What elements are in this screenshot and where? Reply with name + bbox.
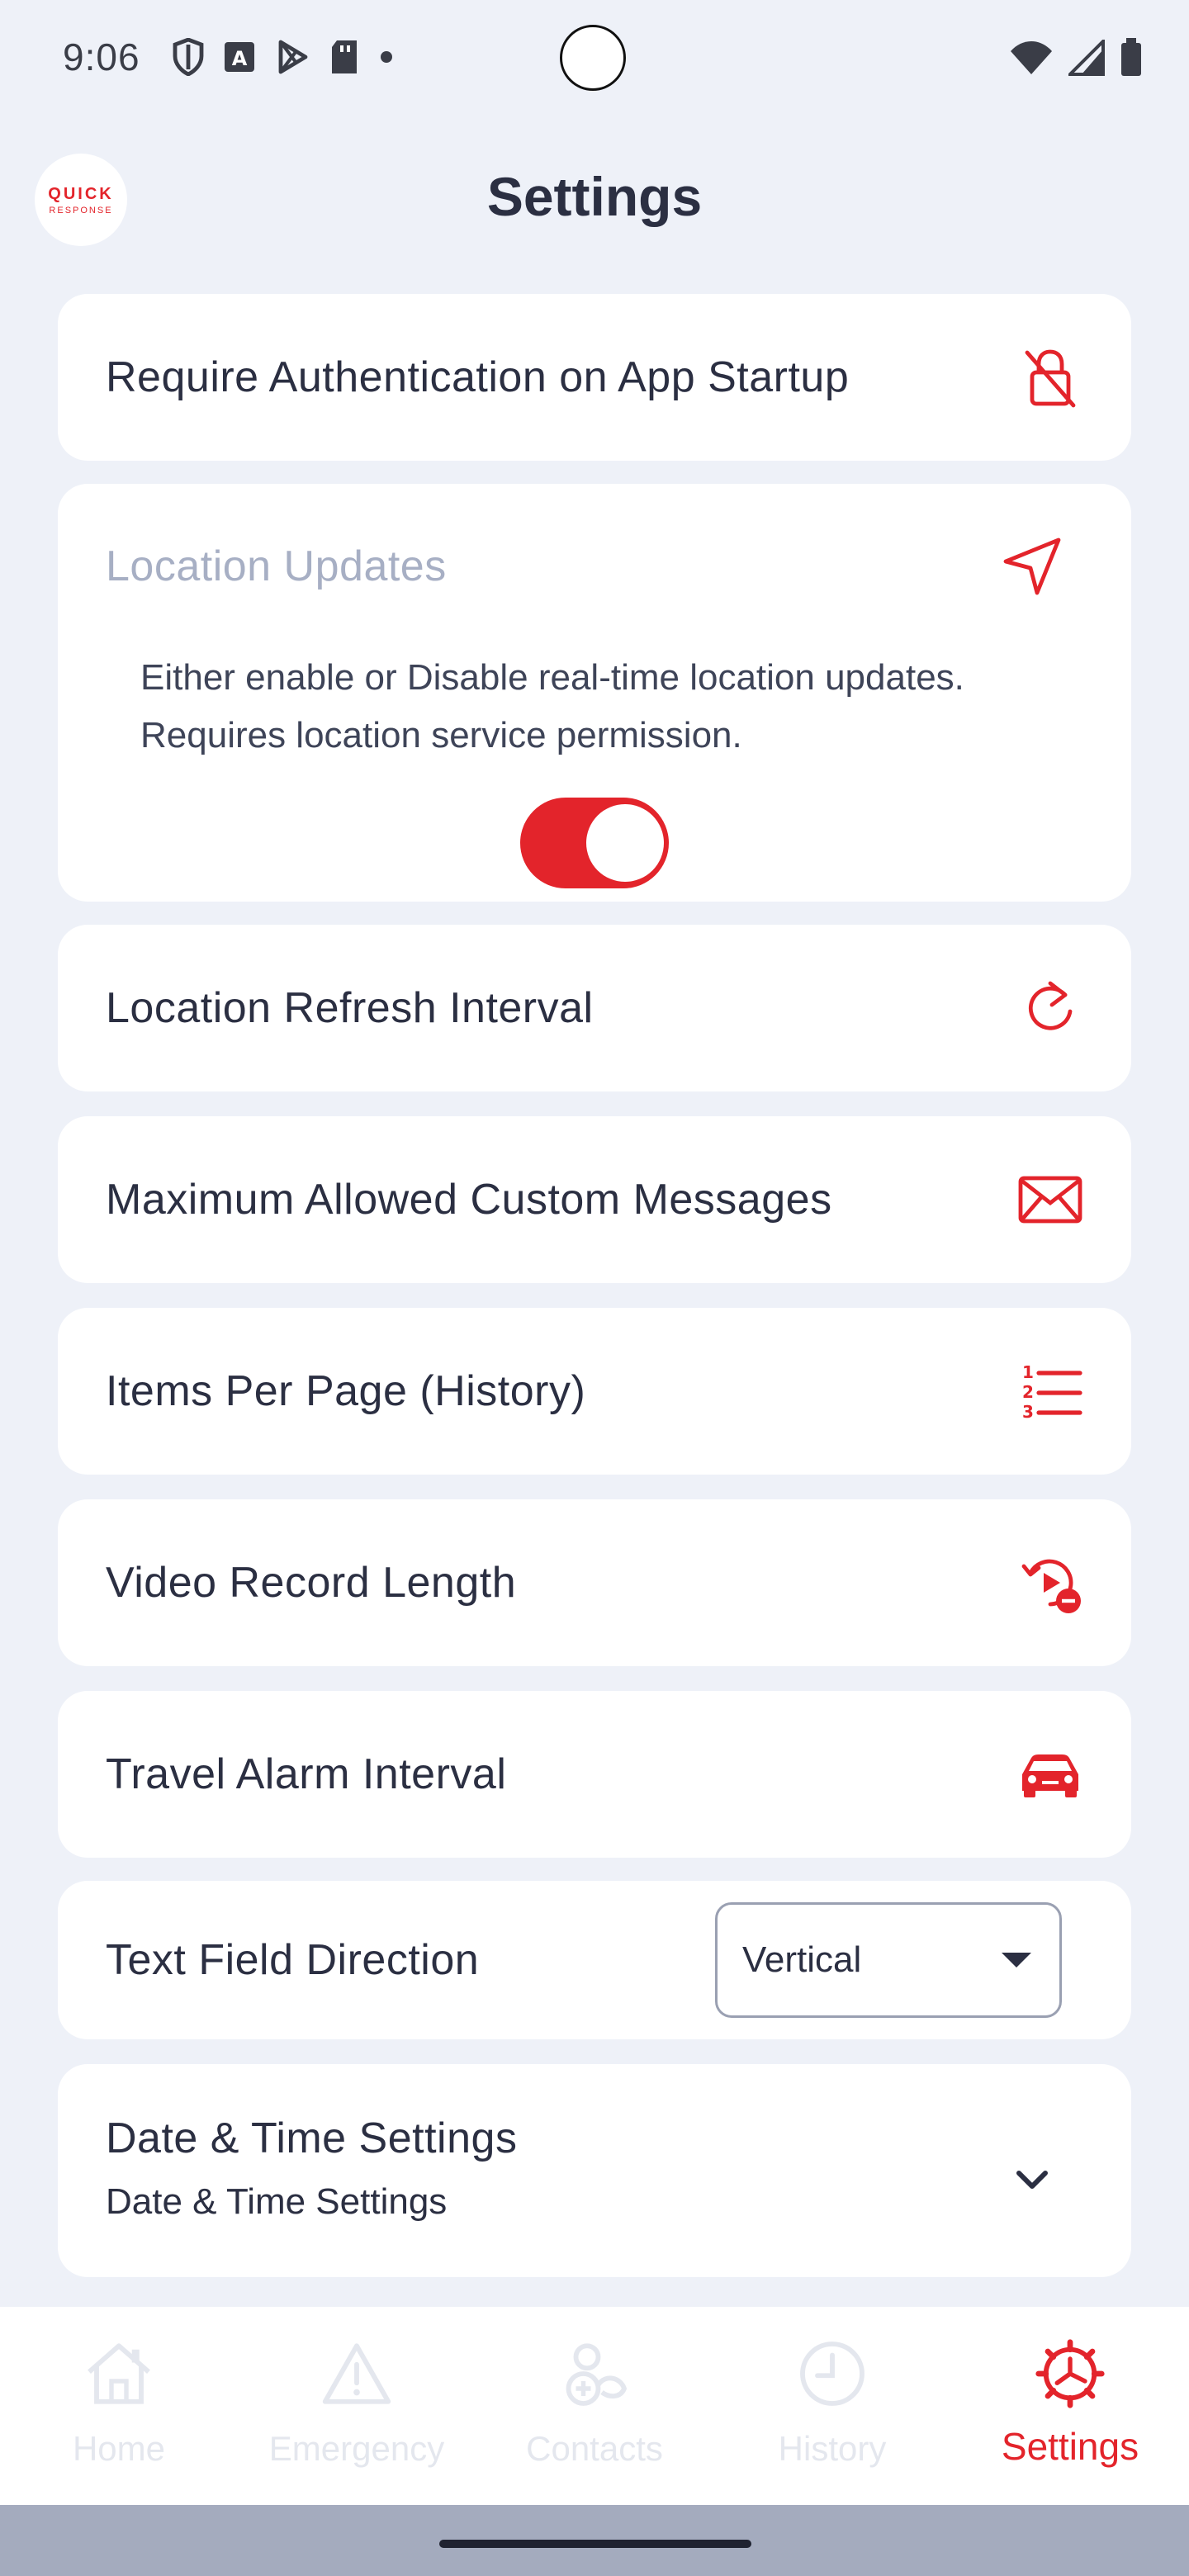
navigation-arrow-icon: [1003, 537, 1061, 595]
text-direction-dropdown[interactable]: Vertical: [715, 1902, 1062, 2018]
svg-text:A: A: [232, 47, 248, 70]
contacts-icon: [566, 2343, 628, 2406]
svg-text:3: 3: [1022, 1402, 1034, 1422]
svg-text:2: 2: [1022, 1382, 1034, 1402]
text-direction-card: Text Field Direction Vertical: [58, 1881, 1131, 2039]
nav-emergency-label: Emergency: [268, 2429, 445, 2468]
refresh-interval-card[interactable]: Location Refresh Interval: [58, 925, 1131, 1091]
text-a-icon: A: [225, 42, 254, 72]
system-icons: [1009, 38, 1143, 78]
nav-contacts-label: Contacts: [526, 2429, 663, 2468]
custom-messages-card[interactable]: Maximum Allowed Custom Messages: [58, 1116, 1131, 1283]
location-updates-description: Either enable or Disable real-time locat…: [140, 657, 964, 755]
nav-settings[interactable]: Settings: [951, 2307, 1189, 2505]
dropdown-arrow-icon: [1002, 1953, 1031, 1968]
clock-icon: [800, 2342, 865, 2406]
sd-card-icon: [332, 40, 357, 73]
video-replay-icon[interactable]: [1017, 1550, 1083, 1616]
nav-history-label: History: [778, 2429, 887, 2468]
text-direction-label: Text Field Direction: [106, 1936, 480, 1984]
chevron-down-icon[interactable]: [1007, 2155, 1057, 2204]
refresh-interval-label: Location Refresh Interval: [106, 984, 594, 1032]
nav-home[interactable]: Home: [0, 2307, 238, 2505]
video-record-length-card[interactable]: Video Record Length: [58, 1499, 1131, 1666]
text-direction-value: Vertical: [742, 1939, 862, 1980]
lock-off-icon[interactable]: [1017, 344, 1083, 410]
numbered-list-icon[interactable]: 123: [1017, 1358, 1083, 1424]
envelope-icon[interactable]: [1017, 1167, 1083, 1233]
location-updates-title: Location Updates: [106, 542, 447, 590]
status-bar: 9:06 A: [0, 0, 1189, 124]
dot-icon: [381, 51, 392, 63]
battery-icon: [1121, 38, 1141, 76]
nav-emergency[interactable]: Emergency: [238, 2307, 476, 2505]
svg-text:1: 1: [1022, 1362, 1034, 1382]
location-updates-toggle[interactable]: [520, 798, 669, 888]
custom-messages-label: Maximum Allowed Custom Messages: [106, 1176, 832, 1224]
toggle-knob: [586, 804, 664, 882]
location-updates-card: Location Updates Either enable or Disabl…: [58, 484, 1131, 902]
video-record-length-label: Video Record Length: [106, 1559, 517, 1607]
date-time-title: Date & Time Settings: [106, 2114, 518, 2162]
play-store-icon: [278, 40, 308, 74]
items-per-page-card[interactable]: Items Per Page (History) 123: [58, 1308, 1131, 1475]
auth-setting-card[interactable]: Require Authentication on App Startup: [58, 294, 1131, 461]
status-time: 9:06: [63, 36, 140, 78]
date-time-subtitle: Date & Time Settings: [106, 2181, 448, 2222]
camera-cutout: [560, 25, 626, 91]
bottom-navigation: Home Emergency Contacts History Settings: [0, 2307, 1189, 2505]
auth-setting-label: Require Authentication on App Startup: [106, 353, 850, 401]
nav-contacts[interactable]: Contacts: [476, 2307, 713, 2505]
shield-icon: [173, 38, 204, 76]
date-time-settings-card[interactable]: Date & Time Settings Date & Time Setting…: [58, 2064, 1131, 2277]
nav-history[interactable]: History: [713, 2307, 951, 2505]
warning-icon: [322, 2343, 391, 2404]
refresh-icon[interactable]: [1017, 975, 1083, 1041]
signal-icon: [1068, 40, 1105, 76]
nav-home-label: Home: [72, 2429, 166, 2468]
notification-icons: A: [172, 38, 395, 76]
items-per-page-label: Items Per Page (History): [106, 1367, 586, 1415]
wifi-icon: [1011, 41, 1052, 74]
travel-alarm-card[interactable]: Travel Alarm Interval: [58, 1691, 1131, 1858]
gear-icon: [1035, 2339, 1105, 2408]
nav-settings-label: Settings: [1001, 2425, 1139, 2468]
home-gesture-handle[interactable]: [439, 2540, 751, 2548]
car-icon[interactable]: [1017, 1741, 1083, 1807]
page-title: Settings: [486, 166, 703, 227]
home-icon: [88, 2343, 150, 2404]
travel-alarm-label: Travel Alarm Interval: [106, 1750, 507, 1798]
